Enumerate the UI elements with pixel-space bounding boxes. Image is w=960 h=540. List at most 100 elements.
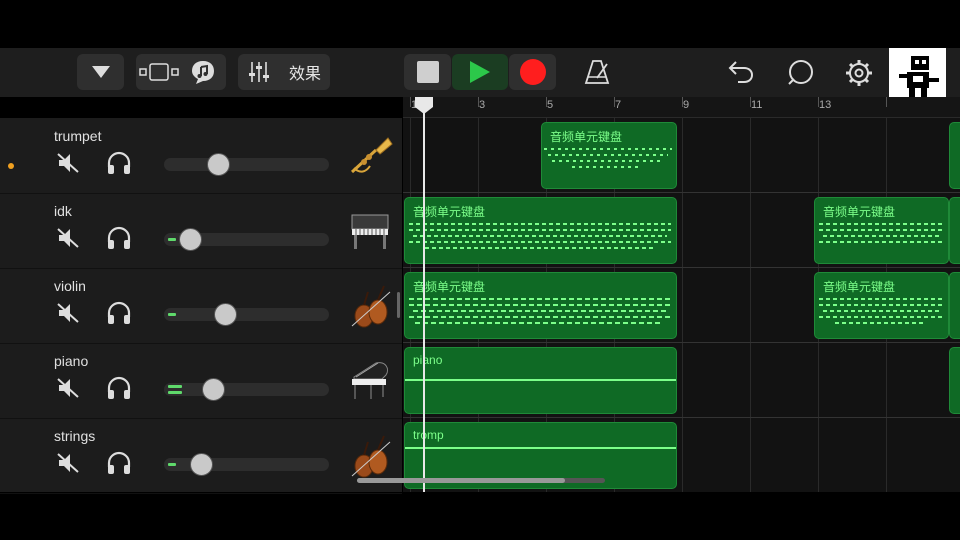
region-violin-next[interactable] bbox=[949, 272, 960, 339]
headphones-icon[interactable] bbox=[106, 376, 132, 400]
region-title: 音频单元键盘 bbox=[550, 130, 623, 144]
timeline-ruler[interactable]: 1 3 5 7 9 11 13 bbox=[403, 97, 960, 118]
headphones-icon[interactable] bbox=[106, 226, 132, 250]
tracks-timeline[interactable]: 音频单元键盘 音频单元键盘 音频单元键盘 音频单元键盘 音频单元键盘 piano… bbox=[403, 118, 960, 492]
view-buttons-group bbox=[136, 54, 226, 90]
level-meter bbox=[168, 385, 182, 388]
settings-button[interactable] bbox=[845, 59, 873, 92]
ruler-bar-number: 13 bbox=[819, 99, 832, 111]
midi-notes bbox=[819, 223, 943, 243]
toolbar: 效果 bbox=[0, 48, 960, 97]
region-title: 音频单元键盘 bbox=[823, 205, 896, 219]
level-meter bbox=[168, 238, 176, 241]
settings-icon bbox=[846, 60, 872, 86]
play-icon bbox=[470, 61, 490, 83]
loop-button[interactable] bbox=[786, 59, 814, 92]
trumpet-icon[interactable] bbox=[346, 132, 394, 180]
track-header-strings[interactable]: strings bbox=[0, 418, 402, 494]
loop-browser-icon bbox=[192, 61, 214, 84]
track-header-idk[interactable]: idk bbox=[0, 193, 402, 269]
volume-slider[interactable] bbox=[164, 158, 329, 171]
track-header-piano[interactable]: piano bbox=[0, 343, 402, 419]
region-violin-2[interactable]: 音频单元键盘 bbox=[814, 272, 949, 339]
track-header-violin[interactable]: violin bbox=[0, 268, 402, 344]
track-name: piano bbox=[54, 353, 89, 369]
region-violin[interactable]: 音频单元键盘 bbox=[404, 272, 677, 339]
track-view-button[interactable] bbox=[137, 63, 181, 81]
mute-icon[interactable] bbox=[56, 226, 80, 250]
metronome-button[interactable] bbox=[583, 58, 611, 91]
track-header-trumpet[interactable]: trumpet bbox=[0, 118, 402, 194]
midi-notes bbox=[409, 223, 671, 249]
volume-slider-knob[interactable] bbox=[190, 453, 213, 476]
audio-waveform bbox=[405, 447, 676, 449]
volume-slider-knob[interactable] bbox=[202, 378, 225, 401]
horizontal-scrollbar-thumb[interactable] bbox=[357, 478, 565, 483]
audio-waveform bbox=[405, 379, 676, 381]
midi-notes bbox=[544, 148, 672, 168]
track-name: trumpet bbox=[54, 128, 102, 144]
region-title: 音频单元键盘 bbox=[823, 280, 896, 294]
play-button[interactable] bbox=[452, 54, 508, 90]
volume-slider[interactable] bbox=[164, 458, 329, 471]
track-name: violin bbox=[54, 278, 86, 294]
undo-button[interactable] bbox=[727, 59, 755, 90]
region-piano-next[interactable] bbox=[949, 347, 960, 414]
loop-icon bbox=[788, 60, 813, 85]
mute-icon[interactable] bbox=[56, 301, 80, 325]
level-meter bbox=[168, 391, 182, 394]
violin-icon[interactable] bbox=[346, 432, 394, 480]
piano-icon[interactable] bbox=[346, 207, 394, 255]
record-icon bbox=[519, 59, 546, 85]
mute-icon[interactable] bbox=[56, 451, 80, 475]
level-meter bbox=[168, 463, 176, 466]
volume-slider-knob[interactable] bbox=[179, 228, 202, 251]
playhead-handle[interactable] bbox=[414, 97, 434, 115]
undo-icon bbox=[728, 61, 754, 83]
track-name: strings bbox=[54, 428, 96, 444]
region-idk-next[interactable] bbox=[949, 197, 960, 264]
track-headers: trumpet idk violin piano strings bbox=[0, 118, 402, 494]
headphones-icon[interactable] bbox=[106, 301, 132, 325]
mute-icon[interactable] bbox=[56, 376, 80, 400]
ruler-bar-number: 5 bbox=[547, 99, 554, 111]
volume-slider-knob[interactable] bbox=[207, 153, 230, 176]
stop-button[interactable] bbox=[404, 54, 451, 90]
violin-icon[interactable] bbox=[346, 282, 394, 330]
ruler-bar-number: 7 bbox=[615, 99, 622, 111]
region-idk[interactable]: 音频单元键盘 bbox=[404, 197, 677, 264]
region-title: tromp bbox=[413, 428, 444, 442]
stop-icon bbox=[416, 61, 439, 83]
ruler-bar-number: 9 bbox=[683, 99, 690, 111]
region-idk-2[interactable]: 音频单元键盘 bbox=[814, 197, 949, 264]
ruler-bar-number: 3 bbox=[479, 99, 486, 111]
region-trumpet-next[interactable] bbox=[949, 122, 960, 189]
mute-icon[interactable] bbox=[56, 151, 80, 175]
chevron-down-icon bbox=[91, 66, 110, 78]
track-name: idk bbox=[54, 203, 72, 219]
region-trumpet[interactable]: 音频单元键盘 bbox=[541, 122, 677, 189]
track-view-icon bbox=[139, 63, 179, 81]
level-meter bbox=[168, 313, 176, 316]
mixer-icon[interactable] bbox=[247, 60, 271, 84]
record-button[interactable] bbox=[509, 54, 556, 90]
headphones-icon[interactable] bbox=[106, 151, 132, 175]
region-title: piano bbox=[413, 353, 443, 367]
headphones-icon[interactable] bbox=[106, 451, 132, 475]
selected-track-indicator bbox=[8, 163, 14, 169]
region-piano[interactable]: piano bbox=[404, 347, 677, 414]
ruler-bar-number: 11 bbox=[751, 99, 763, 111]
midi-notes bbox=[819, 298, 943, 324]
volume-slider-knob[interactable] bbox=[214, 303, 237, 326]
playhead[interactable] bbox=[423, 97, 425, 492]
grand-piano-icon[interactable] bbox=[346, 357, 394, 405]
header-resize-handle[interactable] bbox=[397, 292, 400, 318]
mixer-group: 效果 bbox=[238, 54, 330, 90]
volume-slider[interactable] bbox=[164, 308, 329, 321]
volume-slider[interactable] bbox=[164, 383, 329, 396]
metronome-icon bbox=[584, 60, 610, 84]
loop-browser-button[interactable] bbox=[181, 59, 225, 85]
effects-button[interactable]: 效果 bbox=[289, 60, 321, 84]
midi-notes bbox=[409, 298, 671, 324]
tracks-menu-button[interactable] bbox=[77, 54, 124, 90]
